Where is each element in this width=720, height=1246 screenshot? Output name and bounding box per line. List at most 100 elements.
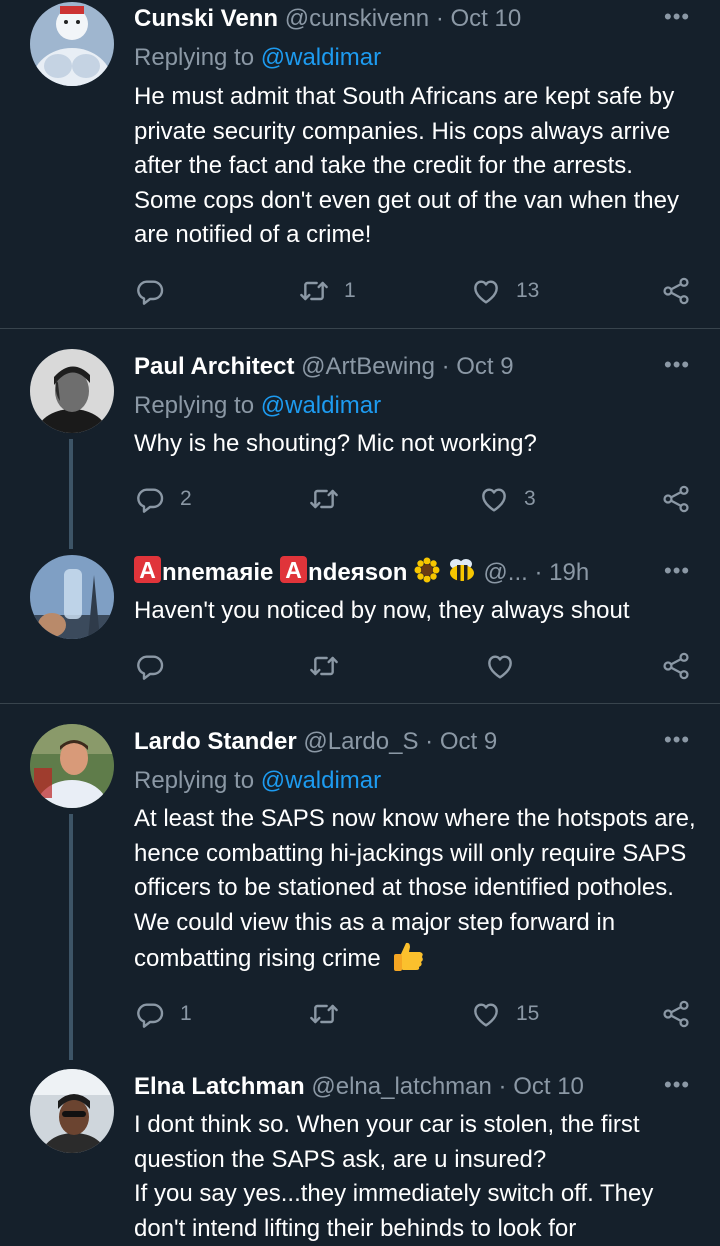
separator-dot: ·	[498, 1073, 507, 1100]
share-icon	[660, 483, 692, 515]
separator-dot: ·	[441, 353, 450, 380]
like-button[interactable]	[484, 646, 516, 686]
retweet-icon	[308, 998, 340, 1030]
replying-to-label: Replying to	[134, 392, 255, 419]
like-count: 13	[516, 279, 540, 302]
share-icon	[660, 275, 692, 307]
tweet-header: Paul Architect @ArtBewing · Oct 9	[134, 350, 660, 384]
author-handle[interactable]: @cunskivenn	[285, 5, 429, 32]
tweet-elna-latchman[interactable]: Elna Latchman @elna_latchman · Oct 10 ••…	[0, 1050, 720, 1244]
author-name-part1[interactable]: nnemaяie	[162, 559, 273, 586]
reply-count: 1	[180, 1002, 192, 1025]
tweet-text: At least the SAPS now know where the hot…	[134, 802, 699, 977]
replying-to: Replying to @waldimar	[134, 41, 381, 75]
reply-button[interactable]: 1	[134, 994, 192, 1034]
tweet-cunski-venn[interactable]: Cunski Venn @cunskivenn · Oct 10 ••• Rep…	[0, 0, 720, 328]
share-icon	[660, 998, 692, 1030]
replying-to-mention[interactable]: @waldimar	[261, 392, 381, 419]
retweet-icon	[308, 650, 340, 682]
reply-icon	[134, 275, 166, 307]
sunflower-emoji	[414, 557, 440, 583]
author-handle[interactable]: @...	[483, 559, 527, 586]
reply-icon	[134, 650, 166, 682]
tweet-text-line: If you say yes...they immediately switch…	[134, 1180, 654, 1242]
retweet-button[interactable]	[308, 994, 340, 1034]
more-icon[interactable]: •••	[664, 2, 690, 36]
like-button[interactable]: 15	[470, 994, 539, 1034]
retweet-button[interactable]	[308, 646, 340, 686]
more-icon[interactable]: •••	[664, 556, 690, 590]
retweet-icon	[298, 275, 330, 307]
action-bar	[134, 646, 694, 686]
avatar-image	[30, 2, 114, 86]
author-name[interactable]: Lardo Stander	[134, 728, 297, 755]
tweet-header: Annemaяie Andeяson @... · 19h	[134, 556, 660, 590]
tweet-annemarie-anderson[interactable]: Annemaяie Andeяson @... · 19h ••• Haven'…	[0, 539, 720, 703]
reply-button[interactable]: 2	[134, 479, 192, 519]
letter-badge: A	[280, 556, 308, 583]
author-handle[interactable]: @elna_latchman	[311, 1073, 491, 1100]
like-icon	[470, 275, 502, 307]
like-count: 3	[524, 487, 536, 510]
like-icon	[484, 650, 516, 682]
avatar[interactable]	[30, 349, 114, 433]
share-icon	[660, 650, 692, 682]
more-icon[interactable]: •••	[664, 350, 690, 384]
retweet-button[interactable]	[308, 479, 340, 519]
reply-icon	[134, 483, 166, 515]
retweet-icon	[308, 483, 340, 515]
thread-line	[69, 439, 73, 549]
replying-to-mention[interactable]: @waldimar	[261, 767, 381, 794]
like-button[interactable]: 13	[470, 271, 539, 311]
like-button[interactable]: 3	[478, 479, 536, 519]
avatar-image	[30, 1069, 114, 1153]
avatar-image	[30, 349, 114, 433]
share-button[interactable]	[660, 271, 692, 311]
tweet-header: Elna Latchman @elna_latchman · Oct 10	[134, 1070, 660, 1104]
separator-dot: ·	[534, 559, 543, 586]
author-name-part2[interactable]: ndeяson	[308, 559, 407, 586]
share-button[interactable]	[660, 994, 692, 1034]
more-icon[interactable]: •••	[664, 725, 690, 759]
like-count: 15	[516, 1002, 540, 1025]
replying-to-mention[interactable]: @waldimar	[261, 44, 381, 71]
share-button[interactable]	[660, 479, 692, 519]
avatar[interactable]	[30, 724, 114, 808]
tweet-lardo-stander[interactable]: Lardo Stander @Lardo_S · Oct 9 ••• Reply…	[0, 704, 720, 1060]
replying-to-label: Replying to	[134, 44, 255, 71]
avatar[interactable]	[30, 1069, 114, 1153]
replying-to: Replying to @waldimar	[134, 389, 381, 423]
timestamp[interactable]: Oct 10	[451, 5, 522, 32]
tweet-text: He must admit that South Africans are ke…	[134, 83, 679, 248]
share-button[interactable]	[660, 646, 692, 686]
reply-count: 2	[180, 487, 192, 510]
timestamp[interactable]: 19h	[549, 559, 589, 586]
reply-icon	[134, 998, 166, 1030]
retweet-button[interactable]: 1	[298, 271, 356, 311]
action-bar: 2 3	[134, 479, 694, 519]
tweet-header: Lardo Stander @Lardo_S · Oct 9	[134, 725, 660, 759]
tweet-text: Why is he shouting? Mic not working?	[134, 430, 537, 457]
tweet-text: Haven't you noticed by now, they always …	[134, 597, 630, 624]
like-icon	[478, 483, 510, 515]
author-name[interactable]: Paul Architect	[134, 353, 295, 380]
avatar-image	[30, 555, 114, 639]
author-handle[interactable]: @ArtBewing	[301, 353, 435, 380]
timestamp[interactable]: Oct 9	[440, 728, 497, 755]
avatar[interactable]	[30, 555, 114, 639]
letter-badge: A	[134, 556, 161, 583]
author-name[interactable]: Cunski Venn	[134, 5, 278, 32]
author-name[interactable]: Elna Latchman	[134, 1073, 305, 1100]
timestamp[interactable]: Oct 9	[456, 353, 513, 380]
reply-button[interactable]	[134, 271, 166, 311]
reply-button[interactable]	[134, 646, 166, 686]
tweet-text-line: I dont think so. When your car is stolen…	[134, 1111, 640, 1173]
replying-to: Replying to @waldimar	[134, 764, 381, 798]
retweet-count: 1	[344, 279, 356, 302]
avatar[interactable]	[30, 2, 114, 86]
thread-line	[69, 814, 73, 1060]
author-handle[interactable]: @Lardo_S	[303, 728, 418, 755]
more-icon[interactable]: •••	[664, 1070, 690, 1104]
tweet-paul-architect[interactable]: Paul Architect @ArtBewing · Oct 9 ••• Re…	[0, 329, 720, 549]
timestamp[interactable]: Oct 10	[513, 1073, 584, 1100]
